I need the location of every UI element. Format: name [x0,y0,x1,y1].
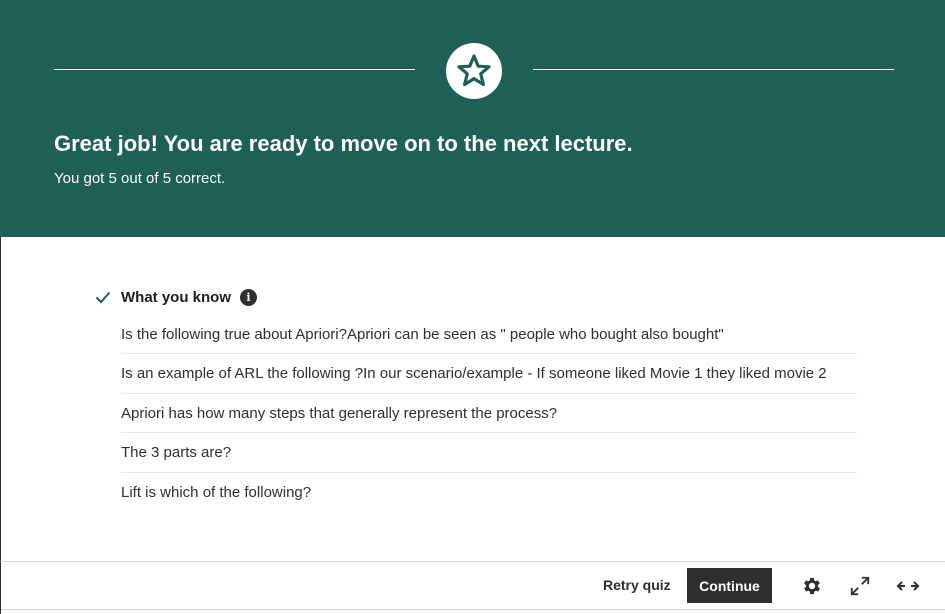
star-icon [457,54,491,87]
player-footer: Retry quiz Continue [0,561,945,614]
quiz-results: What you know i Is the following true ab… [0,237,945,561]
score-summary: You got 5 out of 5 correct. [54,170,226,187]
retry-quiz-button[interactable]: Retry quiz [595,568,679,602]
question-item: The 3 parts are? [121,433,857,473]
continue-button[interactable]: Continue [687,568,772,603]
footer-bottom-divider [1,609,945,610]
question-item: Is an example of ARL the following ?In o… [121,354,857,394]
what-you-know-header: What you know i [94,286,257,308]
question-item: Apriori has how many steps that generall… [121,394,857,434]
result-headline: Great job! You are ready to move on to t… [54,131,633,156]
gear-icon[interactable] [799,573,825,599]
expand-width-icon[interactable] [895,573,921,599]
question-list: Is the following true about Apriori?Apri… [121,315,857,512]
question-item: Is the following true about Apriori?Apri… [121,315,857,355]
info-icon[interactable]: i [240,288,257,306]
section-title: What you know [121,288,231,306]
banner-divider-left [54,69,415,70]
question-item: Lift is which of the following? [121,483,312,501]
expand-icon[interactable] [847,573,873,599]
banner-divider-right [533,69,894,70]
star-badge [446,43,502,99]
result-banner: Great job! You are ready to move on to t… [0,0,945,237]
check-icon [94,288,112,306]
